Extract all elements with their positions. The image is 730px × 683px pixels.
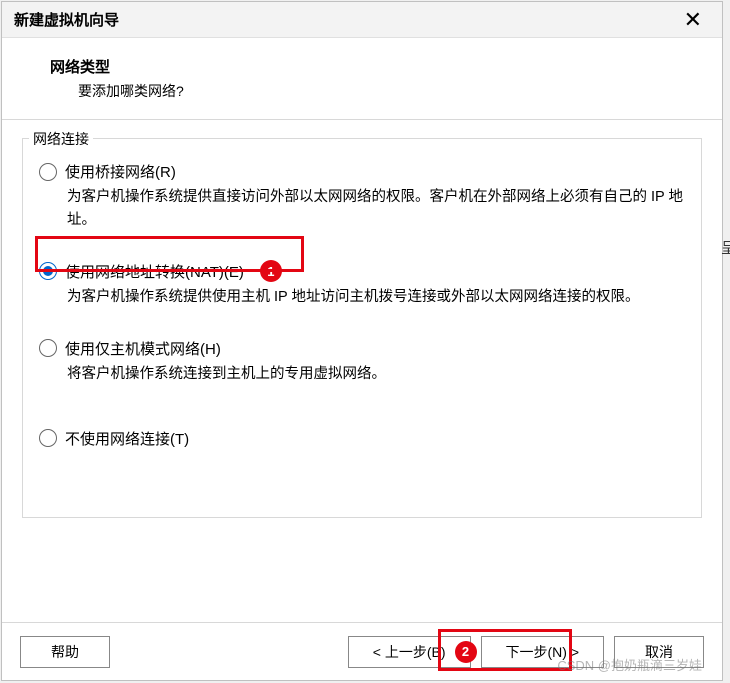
- next-button[interactable]: 下一步(N) >: [481, 636, 605, 668]
- radio-nat-desc: 为客户机操作系统提供使用主机 IP 地址访问主机拨号连接或外部以太网网络连接的权…: [67, 286, 685, 309]
- radio-nat-label[interactable]: 使用网络地址转换(NAT)(E): [65, 261, 244, 282]
- cancel-button[interactable]: 取消: [614, 636, 704, 668]
- annotation-badge-2: 2: [455, 641, 477, 663]
- annotation-badge-1: 1: [260, 260, 282, 282]
- fieldset-legend: 网络连接: [29, 129, 93, 149]
- close-icon[interactable]: ✕: [676, 9, 710, 31]
- radio-bridged[interactable]: [39, 163, 57, 181]
- footer: 帮助 < 上一步(B) 2 下一步(N) > 取消: [2, 622, 722, 680]
- wizard-header: 网络类型 要添加哪类网络?: [2, 38, 722, 120]
- option-none: 不使用网络连接(T): [39, 428, 685, 449]
- radio-hostonly-label[interactable]: 使用仅主机模式网络(H): [65, 338, 221, 359]
- side-hint: 呈: [721, 237, 730, 258]
- header-title: 网络类型: [50, 56, 722, 77]
- radio-none[interactable]: [39, 429, 57, 447]
- radio-bridged-label[interactable]: 使用桥接网络(R): [65, 161, 176, 182]
- network-fieldset: 网络连接 使用桥接网络(R) 为客户机操作系统提供直接访问外部以太网网络的权限。…: [22, 138, 702, 518]
- help-button[interactable]: 帮助: [20, 636, 110, 668]
- option-hostonly: 使用仅主机模式网络(H) 将客户机操作系统连接到主机上的专用虚拟网络。: [39, 338, 685, 386]
- option-nat: 使用网络地址转换(NAT)(E) 1 为客户机操作系统提供使用主机 IP 地址访…: [39, 260, 685, 309]
- back-button-wrap: < 上一步(B) 2: [348, 636, 471, 668]
- radio-hostonly-desc: 将客户机操作系统连接到主机上的专用虚拟网络。: [67, 363, 685, 386]
- radio-nat[interactable]: [39, 262, 57, 280]
- back-button[interactable]: < 上一步(B): [348, 636, 471, 668]
- radio-none-label[interactable]: 不使用网络连接(T): [65, 428, 189, 449]
- dialog-title: 新建虚拟机向导: [14, 9, 119, 30]
- radio-hostonly[interactable]: [39, 339, 57, 357]
- radio-bridged-desc: 为客户机操作系统提供直接访问外部以太网网络的权限。客户机在外部网络上必须有自己的…: [67, 186, 685, 232]
- wizard-dialog: 新建虚拟机向导 ✕ 网络类型 要添加哪类网络? 网络连接 使用桥接网络(R) 为…: [1, 1, 723, 681]
- content-area: 网络连接 使用桥接网络(R) 为客户机操作系统提供直接访问外部以太网网络的权限。…: [2, 120, 722, 518]
- titlebar: 新建虚拟机向导 ✕: [2, 2, 722, 38]
- option-bridged: 使用桥接网络(R) 为客户机操作系统提供直接访问外部以太网网络的权限。客户机在外…: [39, 161, 685, 232]
- header-subtitle: 要添加哪类网络?: [50, 81, 722, 101]
